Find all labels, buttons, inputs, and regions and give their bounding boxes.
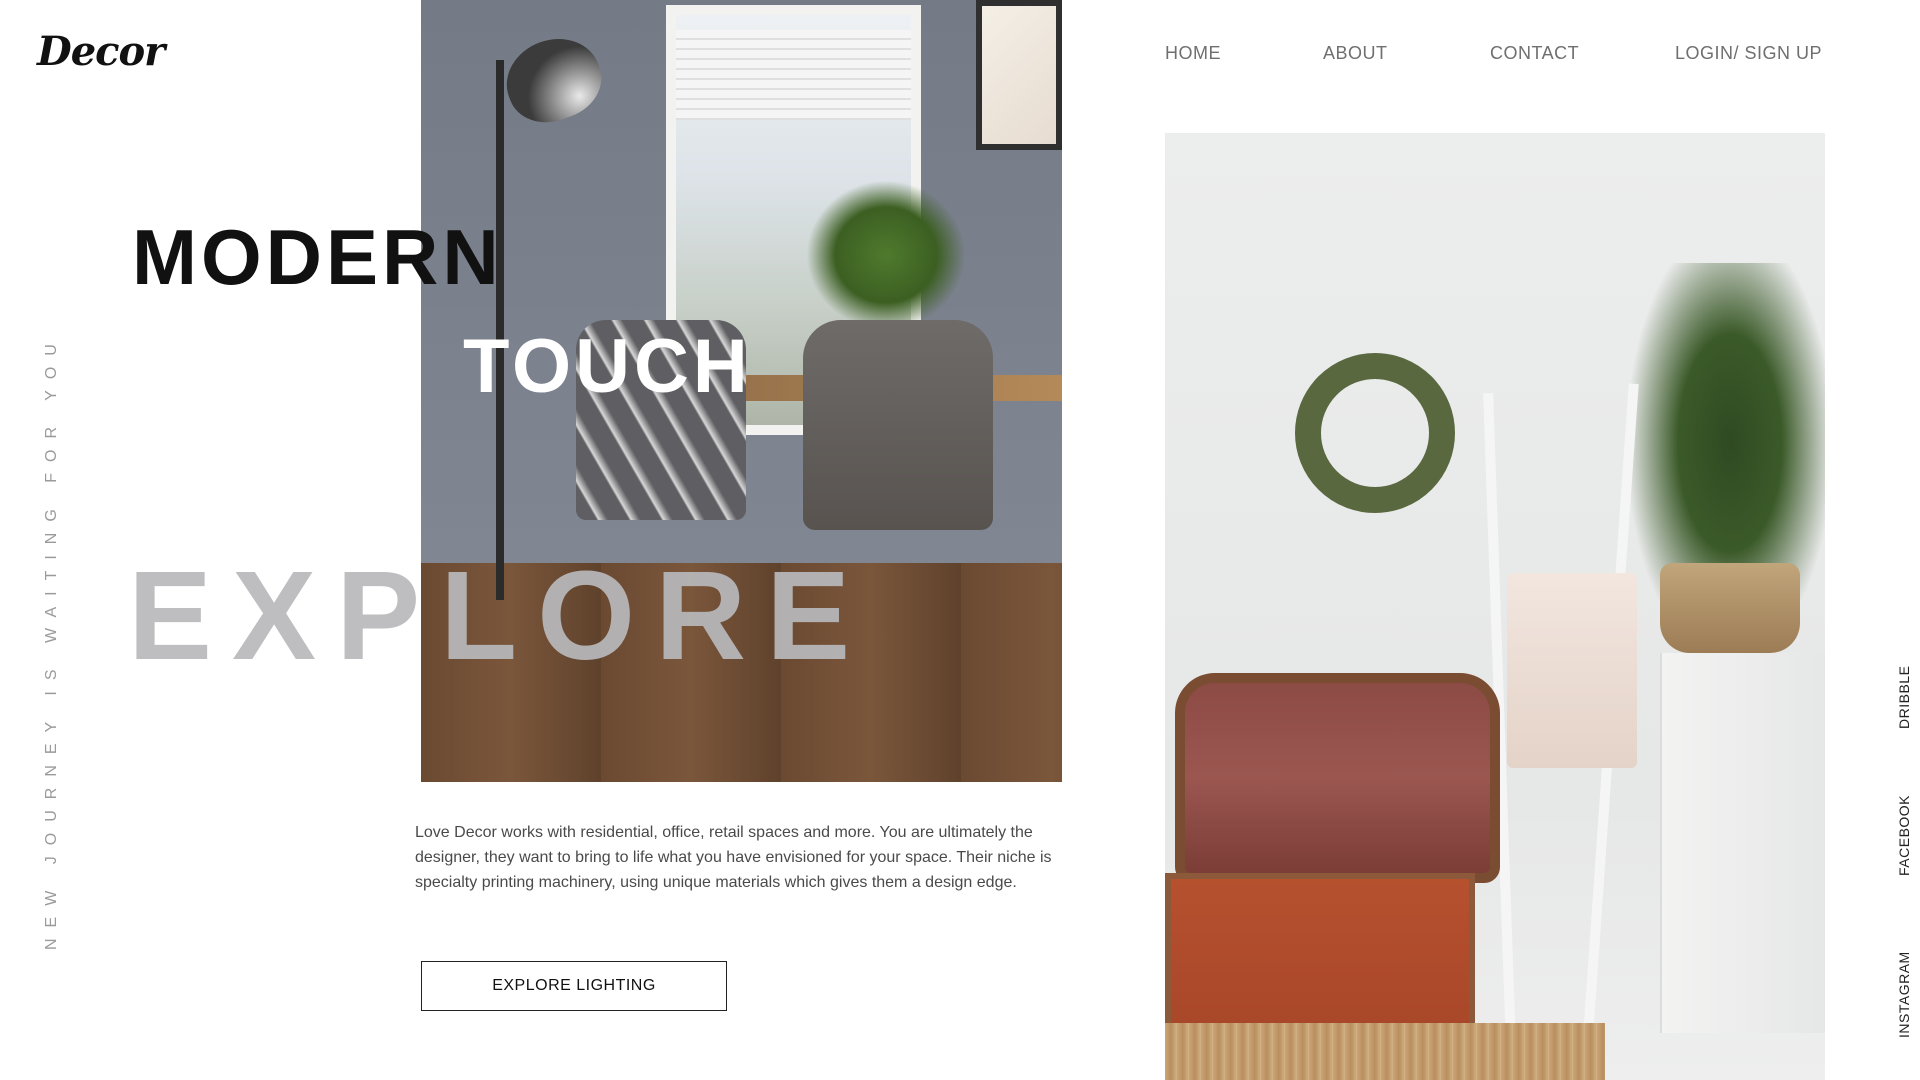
photo-dresser (1660, 653, 1825, 1033)
photo-rug (1165, 1023, 1605, 1080)
hero-description: Love Decor works with residential, offic… (415, 824, 1052, 891)
nav-login-signup-link[interactable]: LOGIN/ SIGN UP (1675, 43, 1822, 64)
living-room-photo (1165, 133, 1825, 1080)
headline-touch: TOUCH (463, 324, 752, 409)
nav-home-link[interactable]: HOME (1165, 43, 1221, 64)
social-dribble-link[interactable]: DRIBBLE (1896, 666, 1912, 729)
photo-blinds (676, 30, 911, 120)
photo-chair-right (803, 320, 993, 530)
explore-lighting-button[interactable]: EXPLORE LIGHTING (421, 961, 727, 1011)
photo-plant (806, 180, 966, 330)
photo-artwork (976, 0, 1062, 150)
brand-logo[interactable]: Decor (37, 28, 165, 75)
nav-about-link[interactable]: ABOUT (1323, 43, 1388, 64)
headline-modern: MODERN (132, 213, 503, 301)
photo-blanket (1507, 573, 1637, 768)
social-facebook-link[interactable]: FACEBOOK (1896, 795, 1912, 876)
photo-sofa (1175, 673, 1500, 883)
photo-wreath (1295, 353, 1455, 513)
photo-coffee-table (1165, 873, 1475, 1033)
photo-basket (1660, 563, 1800, 653)
headline-explore: EXPLORE (128, 545, 871, 686)
vertical-tagline: NEW JOURNEY IS WAITING FOR YOU (43, 333, 60, 950)
social-instagram-link[interactable]: INSTAGRAM (1896, 951, 1912, 1038)
nav-contact-link[interactable]: CONTACT (1490, 43, 1579, 64)
